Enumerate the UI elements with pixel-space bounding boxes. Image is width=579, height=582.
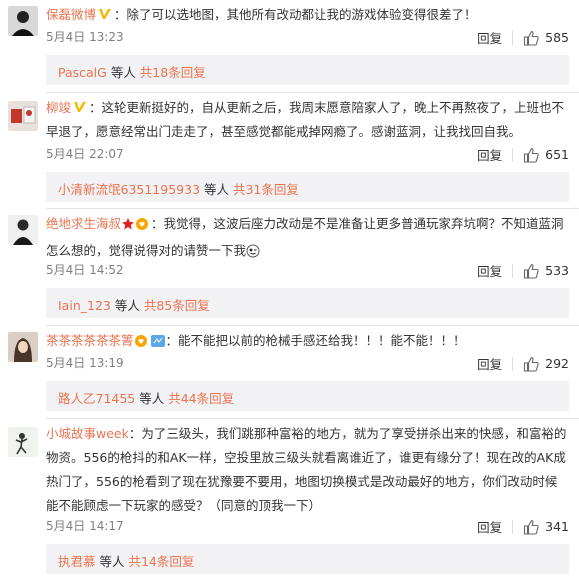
reply-summary[interactable]: PascalG 等人 共18条回复 (46, 55, 569, 85)
verified-v-icon (74, 102, 87, 112)
comment-text: 保磊微博 ：除了可以选地图，其他所有改动都让我的游戏体验变得很差了！ (46, 7, 477, 22)
verified-v-icon (99, 9, 112, 19)
divider (512, 263, 514, 278)
like-button[interactable]: 533 (523, 263, 569, 279)
star-badge-icon (121, 215, 135, 239)
like-button[interactable]: 585 (523, 30, 569, 46)
thumbs-up-icon (524, 147, 539, 163)
svg-text:♥: ♥ (139, 221, 145, 229)
comment-text: 小城故事week：为了三级头，我们跳那种富裕的地方，就为了享受拼杀出来的快感，和… (46, 426, 567, 513)
member-badge-icon (150, 332, 166, 356)
comment-time: 5月4日 13:23 (46, 30, 124, 44)
divider (512, 519, 514, 534)
comment-username[interactable]: 柳竣 (46, 100, 71, 115)
comment-username[interactable]: 茶茶茶茶茶茶箐 (46, 333, 134, 348)
reply-summary[interactable]: Iain_123 等人 共85条回复 (46, 288, 569, 318)
like-count: 341 (545, 519, 569, 534)
reply-username[interactable]: 路人乙71455 (58, 391, 135, 406)
reply-button[interactable]: 回复 (477, 28, 502, 47)
thumbs-up-icon (524, 30, 539, 46)
avatar[interactable] (8, 101, 38, 131)
divider (512, 356, 514, 371)
like-count: 651 (545, 147, 569, 162)
reply-count-link[interactable]: 共44条回复 (168, 391, 234, 406)
like-button[interactable]: 651 (523, 147, 569, 163)
divider (46, 418, 579, 419)
comment-username[interactable]: 小城故事week (46, 426, 129, 441)
comment-time: 5月4日 14:52 (46, 263, 124, 277)
fan-badge-icon: ♥ (135, 215, 151, 239)
like-count: 585 (545, 30, 569, 45)
reply-button[interactable]: 回复 (477, 261, 502, 280)
thumbs-up-icon (524, 356, 539, 372)
thumbs-up-icon (524, 263, 539, 279)
comment-text: 柳竣 ：这轮更新挺好的，自从更新之后，我周末愿意陪家人了，晚上不再熬夜了，上班也不… (46, 100, 565, 139)
reply-count-link[interactable]: 共18条回复 (140, 65, 206, 80)
reply-summary[interactable]: 执君慕 等人 共14条回复 (46, 544, 569, 574)
comment-text: 茶茶茶茶茶茶箐 ♥ ：能不能把以前的枪械手感还给我！！！能不能！！！ (46, 329, 567, 356)
reply-username[interactable]: 执君慕 (58, 554, 96, 569)
svg-text:♥: ♥ (137, 338, 143, 346)
like-button[interactable]: 341 (523, 519, 569, 535)
comment-time: 5月4日 14:17 (46, 519, 124, 533)
reply-button[interactable]: 回复 (477, 517, 502, 536)
reply-count-link[interactable]: 共31条回复 (233, 182, 299, 197)
thumbs-up-icon (524, 519, 539, 535)
reply-summary[interactable]: 路人乙71455 等人 共44条回复 (46, 381, 569, 411)
reply-button[interactable]: 回复 (477, 145, 502, 164)
reply-username[interactable]: 小清新流氓6351195933 (58, 182, 200, 197)
divider (46, 92, 579, 93)
comment-text: 绝地求生海叔 ♥ ：我觉得，这波后座力改动是不是准备让更多普通玩家弃坑啊？不知道蓝洞… (46, 212, 567, 266)
comment-username[interactable]: 保磊微博 (46, 7, 96, 22)
avatar[interactable] (8, 215, 38, 245)
reply-summary[interactable]: 小清新流氓6351195933 等人 共31条回复 (46, 172, 569, 202)
like-button[interactable]: 292 (523, 356, 569, 372)
reply-count-link[interactable]: 共85条回复 (144, 298, 210, 313)
comment-time: 5月4日 13:19 (46, 356, 124, 370)
avatar[interactable] (8, 427, 38, 457)
divider (512, 147, 514, 162)
like-count: 292 (545, 356, 569, 371)
fan-badge-icon: ♥ (134, 332, 150, 356)
like-count: 533 (545, 263, 569, 278)
comment-time: 5月4日 22:07 (46, 147, 124, 161)
avatar[interactable] (8, 332, 38, 362)
reply-count-link[interactable]: 共14条回复 (128, 554, 194, 569)
divider (512, 30, 514, 45)
reply-username[interactable]: PascalG (58, 65, 107, 80)
comment-username[interactable]: 绝地求生海叔 (46, 216, 121, 231)
divider (46, 208, 579, 209)
reply-username[interactable]: Iain_123 (58, 298, 111, 313)
reply-button[interactable]: 回复 (477, 354, 502, 373)
avatar[interactable] (8, 6, 38, 36)
divider (46, 325, 579, 326)
